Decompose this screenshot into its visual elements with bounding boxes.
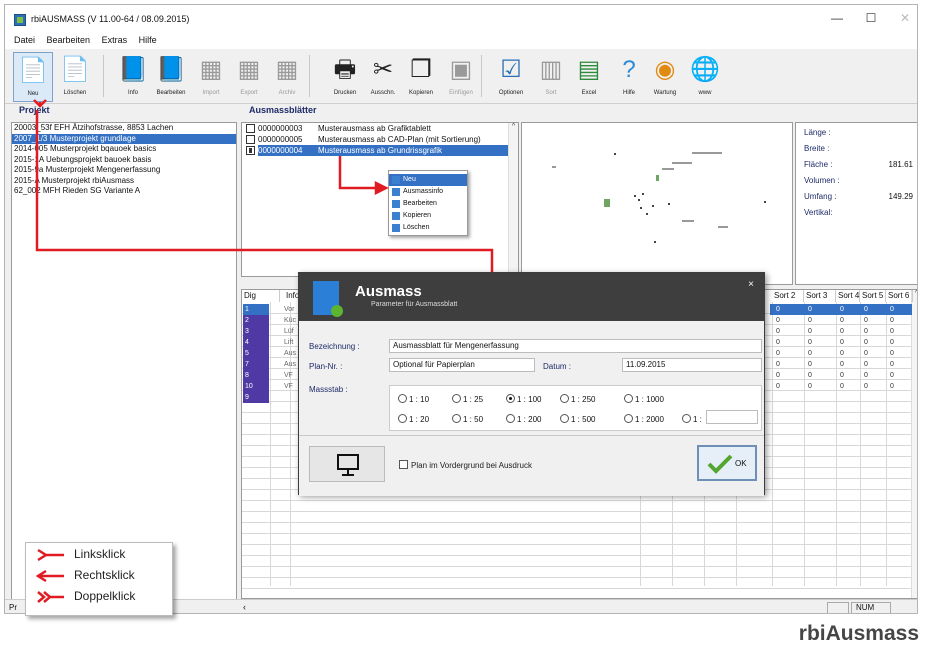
radio-dot[interactable] bbox=[624, 414, 633, 423]
radio-dot[interactable] bbox=[452, 414, 461, 423]
scale-radio[interactable]: 1 : 1000 bbox=[624, 394, 664, 404]
scale-label: 1 : 200 bbox=[517, 415, 542, 424]
legend-rechtsklick-label: Rechtsklick bbox=[74, 568, 135, 582]
scale-label: 1 : 500 bbox=[571, 415, 596, 424]
radio-dot[interactable] bbox=[398, 414, 407, 423]
scale-radio[interactable]: 1 : 250 bbox=[560, 394, 595, 404]
left-click-marker-icon bbox=[37, 548, 64, 562]
document-icon bbox=[313, 281, 343, 317]
scale-radio[interactable]: 1 : 50 bbox=[452, 414, 483, 424]
bezeichnung-field[interactable]: Ausmassblatt für Mengenerfassung bbox=[389, 339, 762, 353]
radio-dot[interactable] bbox=[506, 414, 515, 423]
legend-doppelklick: Doppelklick bbox=[26, 587, 172, 606]
dialog-close-button[interactable]: × bbox=[748, 279, 754, 290]
scale-radio[interactable]: 1 : 25 bbox=[452, 394, 483, 404]
sheet-number: 0000000005 bbox=[258, 135, 303, 144]
bezeichnung-label: Bezeichnung : bbox=[309, 342, 360, 351]
scale-radio[interactable]: 1 : bbox=[682, 414, 702, 424]
sheet-number: 0000000004 bbox=[258, 145, 303, 156]
sheet-number: 0000000003 bbox=[258, 124, 303, 133]
brand-logo: rbiAusmass bbox=[798, 622, 919, 645]
scale-label: 1 : 10 bbox=[409, 395, 430, 404]
dialog-title: Ausmass bbox=[355, 283, 422, 300]
sheet-name: Musterausmass ab Grafiktablett bbox=[318, 124, 431, 133]
radio-dot[interactable] bbox=[682, 414, 691, 423]
scale-label: 1 : 250 bbox=[571, 395, 596, 404]
plan-nr-field[interactable]: Optional für Papierplan bbox=[389, 358, 535, 372]
preview-button[interactable] bbox=[309, 446, 385, 482]
scale-radio[interactable]: 1 : 500 bbox=[560, 414, 595, 424]
sheet-name: Musterausmass ab Grundrissgrafik bbox=[318, 145, 443, 156]
context-arrow-head bbox=[374, 180, 389, 196]
scale-radio[interactable]: 1 : 2000 bbox=[624, 414, 664, 424]
scale-label: 1 : 2000 bbox=[635, 415, 664, 424]
checkmark-icon bbox=[707, 454, 733, 474]
radio-dot[interactable] bbox=[452, 394, 461, 403]
monitor-icon bbox=[337, 454, 359, 476]
foreground-print-checkbox[interactable]: Plan im Vordergrund bei Ausdruck bbox=[399, 460, 532, 470]
legend-linksklick-label: Linksklick bbox=[74, 547, 126, 561]
legend-doppelklick-label: Doppelklick bbox=[74, 589, 136, 603]
radio-dot[interactable] bbox=[624, 394, 633, 403]
context-arrow-line bbox=[338, 153, 378, 190]
checkbox-box[interactable] bbox=[399, 460, 408, 469]
scale-radio-group: 1 : 10 1 : 25 1 : 100 1 : 250 1 : 1000 1 : 20… bbox=[389, 385, 762, 431]
sheet-row[interactable]: 0000000005 Musterausmass ab CAD-Plan (mit… bbox=[242, 134, 518, 145]
custom-scale-field[interactable] bbox=[706, 410, 758, 424]
scale-radio[interactable]: 1 : 200 bbox=[506, 414, 541, 424]
mouse-legend: Linksklick Rechtsklick Doppelklick bbox=[25, 542, 173, 616]
radio-dot[interactable] bbox=[560, 394, 569, 403]
linksklick-marker-icon bbox=[33, 99, 47, 108]
right-click-marker-icon bbox=[36, 569, 64, 583]
scale-radio[interactable]: 1 : 10 bbox=[398, 394, 429, 404]
scale-radio[interactable]: 1 : 20 bbox=[398, 414, 429, 424]
dialog-header: Ausmass Parameter für Ausmassblatt × bbox=[299, 273, 764, 321]
ok-label: OK bbox=[735, 459, 747, 468]
ok-button[interactable]: OK bbox=[697, 445, 757, 481]
legend-rechtsklick: Rechtsklick bbox=[26, 566, 172, 585]
datum-label: Datum : bbox=[543, 362, 572, 371]
radio-dot[interactable] bbox=[506, 394, 515, 403]
sheet-checkbox[interactable] bbox=[246, 146, 255, 155]
scale-label: 1 : 100 bbox=[517, 395, 542, 404]
scale-label: 1 : 1000 bbox=[635, 395, 664, 404]
double-click-marker-icon bbox=[37, 591, 64, 603]
scale-label: 1 : 50 bbox=[463, 415, 484, 424]
scale-radio[interactable]: 1 : 100 bbox=[506, 394, 541, 404]
radio-dot[interactable] bbox=[560, 414, 569, 423]
dialog-subtitle: Parameter für Ausmassblatt bbox=[371, 301, 458, 308]
dialog-footer: Plan im Vordergrund bei Ausdruck OK bbox=[299, 435, 764, 496]
checkbox-label: Plan im Vordergrund bei Ausdruck bbox=[411, 461, 532, 470]
scale-label: 1 : 20 bbox=[409, 415, 430, 424]
radio-dot[interactable] bbox=[398, 394, 407, 403]
ausmass-dialog: Ausmass Parameter für Ausmassblatt × Bez… bbox=[298, 272, 765, 496]
massstab-label: Massstab : bbox=[309, 385, 348, 394]
sheet-name: Musterausmass ab CAD-Plan (mit Sortierun… bbox=[318, 135, 481, 144]
scale-label: 1 : bbox=[693, 415, 702, 424]
plan-nr-label: Plan-Nr. : bbox=[309, 362, 343, 371]
scale-label: 1 : 25 bbox=[463, 395, 484, 404]
datum-field[interactable]: 11.09.2015 bbox=[622, 358, 762, 372]
legend-linksklick: Linksklick bbox=[26, 545, 172, 564]
